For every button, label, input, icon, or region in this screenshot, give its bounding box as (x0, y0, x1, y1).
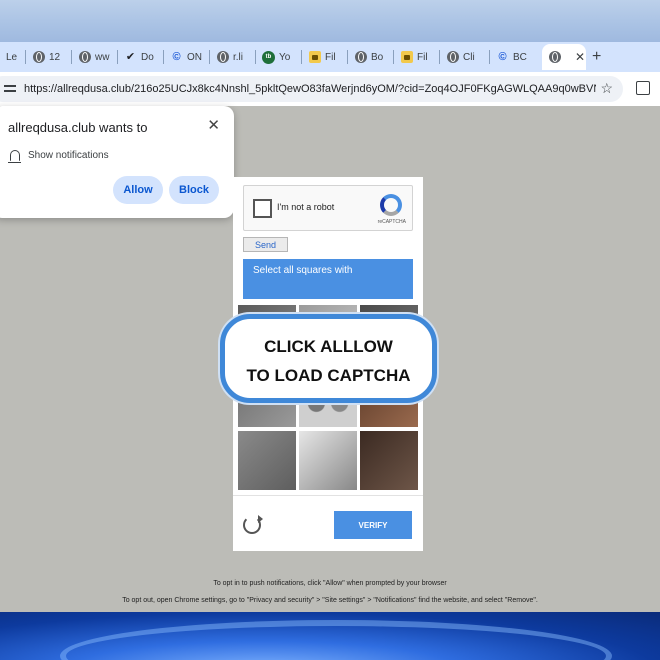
tab-7[interactable]: tb Yo (256, 44, 302, 70)
recaptcha-brand: reCAPTCHA (377, 219, 406, 225)
callout-line-2: TO LOAD CAPTCHA (246, 366, 411, 385)
tb-logo-icon: tb (262, 50, 275, 64)
opt-in-hint: To opt in to push notifications, click "… (213, 580, 447, 587)
notification-permission-prompt: allreqdusa.club wants to ✕ Show notifica… (0, 106, 234, 218)
globe-icon (354, 51, 367, 64)
recaptcha-box: I'm not a robot reCAPTCHA (243, 185, 413, 231)
lock-badge-icon (400, 51, 413, 64)
desktop-wallpaper-bottom (0, 612, 660, 660)
prompt-title: allreqdusa.club wants to (8, 120, 148, 135)
tab-9-label: Bo (371, 51, 384, 63)
tab-strip: Le 12 ww ✔ Do © ON r.li tb Yo Fil Bo Fil… (0, 42, 660, 72)
tab-8[interactable]: Fil (302, 44, 348, 70)
verify-button[interactable]: VERIFY (334, 511, 412, 539)
callout-line-1: CLICK ALLLOW (264, 337, 393, 356)
tab-1-label: Le (6, 51, 18, 63)
tab-4-label: Do (141, 51, 154, 63)
tab-3[interactable]: ww (72, 44, 118, 70)
site-settings-icon[interactable] (4, 84, 16, 94)
tab-active[interactable]: ✕ (542, 44, 586, 70)
bell-icon (8, 150, 21, 163)
globe-icon (216, 51, 229, 64)
tab-9[interactable]: Bo (348, 44, 394, 70)
tab-4[interactable]: ✔ Do (118, 44, 164, 70)
tab-10[interactable]: Fil (394, 44, 440, 70)
tab-12[interactable]: © BC (490, 44, 540, 70)
tab-10-label: Fil (417, 51, 428, 63)
grid-tile[interactable] (360, 431, 418, 490)
bookmark-star-icon[interactable]: ☆ (600, 80, 613, 97)
globe-icon (548, 51, 561, 64)
tab-11-label: Cli (463, 51, 475, 63)
tab-3-label: ww (95, 51, 110, 63)
tab-2-label: 12 (49, 51, 61, 63)
url-text: https://allreqdusa.club/216o25UCJx8kc4Nn… (24, 83, 596, 95)
close-icon[interactable]: ✕ (207, 116, 220, 134)
tab-6[interactable]: r.li (210, 44, 256, 70)
captcha-instruction: Select all squares with (243, 259, 413, 299)
captcha-checkbox[interactable] (253, 199, 272, 218)
globe-icon (32, 51, 45, 64)
tab-5-label: ON (187, 51, 202, 63)
tab-5[interactable]: © ON (164, 44, 210, 70)
address-bar[interactable]: https://allreqdusa.club/216o25UCJx8kc4Nn… (0, 76, 623, 102)
recaptcha-logo-icon (380, 194, 402, 216)
captcha-checkbox-label: I'm not a robot (277, 202, 335, 212)
new-tab-button[interactable]: + (592, 48, 601, 66)
tab-12-label: BC (513, 51, 527, 63)
globe-icon (78, 51, 91, 64)
globe-icon (446, 51, 459, 64)
tab-8-label: Fil (325, 51, 336, 63)
tab-7-label: Yo (279, 51, 291, 63)
captcha-footer: VERIFY (233, 495, 423, 551)
desktop-wallpaper-top (0, 0, 660, 42)
grid-tile[interactable] (238, 431, 296, 490)
allow-button[interactable]: Allow (113, 176, 163, 204)
tab-11[interactable]: Cli (440, 44, 490, 70)
tab-1[interactable]: Le (0, 44, 26, 70)
reload-icon[interactable] (243, 515, 263, 534)
extensions-icon[interactable] (636, 81, 650, 95)
block-button[interactable]: Block (169, 176, 219, 204)
send-button[interactable]: Send (243, 237, 288, 252)
close-tab-icon[interactable]: ✕ (575, 50, 585, 64)
c-logo-icon: © (498, 50, 507, 63)
tab-6-label: r.li (233, 51, 243, 63)
lock-badge-icon (308, 51, 321, 64)
c-logo-icon: © (172, 50, 181, 63)
toolbar: https://allreqdusa.club/216o25UCJx8kc4Nn… (0, 72, 660, 106)
tab-2[interactable]: 12 (26, 44, 72, 70)
allow-callout: CLICK ALLLOW TO LOAD CAPTCHA (220, 314, 437, 403)
grid-tile[interactable] (299, 431, 357, 490)
check-icon: ✔ (125, 50, 136, 63)
permission-text: Show notifications (28, 150, 109, 161)
opt-out-hint: To opt out, open Chrome settings, go to … (122, 597, 538, 604)
